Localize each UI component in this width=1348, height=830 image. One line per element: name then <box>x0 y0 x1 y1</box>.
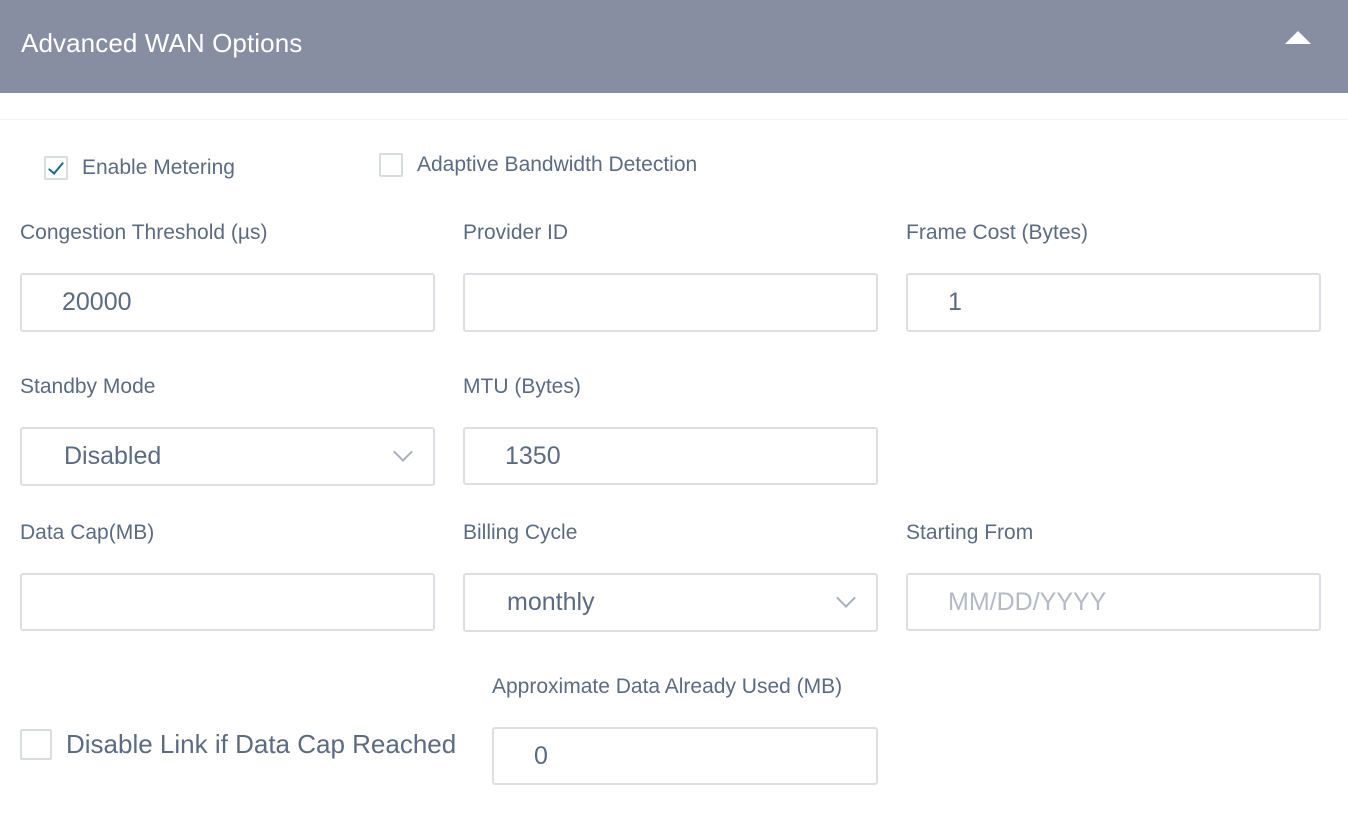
chevron-down-icon <box>393 442 413 462</box>
disable-link-checkbox[interactable] <box>20 729 52 760</box>
data-used-input[interactable]: 0 <box>492 727 878 785</box>
data-used-label: Approximate Data Already Used (MB) <box>492 675 843 698</box>
congestion-threshold-label: Congestion Threshold (µs) <box>20 221 268 244</box>
starting-from-input[interactable]: MM/DD/YYYY <box>906 573 1321 631</box>
frame-cost-label: Frame Cost (Bytes) <box>906 221 1089 244</box>
section-title: Advanced WAN Options <box>21 28 303 58</box>
provider-id-label: Provider ID <box>463 221 569 244</box>
enable-metering-label[interactable]: Enable Metering <box>82 156 235 180</box>
frame-cost-input[interactable]: 1 <box>906 273 1321 332</box>
data-cap-input[interactable] <box>20 573 435 631</box>
congestion-threshold-input[interactable]: 20000 <box>20 273 435 332</box>
caret-up-icon <box>1285 31 1311 44</box>
provider-id-input[interactable] <box>463 273 878 332</box>
standby-mode-value: Disabled <box>64 442 162 470</box>
collapse-button[interactable] <box>1278 24 1318 54</box>
starting-from-label: Starting From <box>906 521 1034 544</box>
data-cap-label: Data Cap(MB) <box>20 521 155 544</box>
billing-cycle-select[interactable]: monthly <box>463 573 878 632</box>
standby-mode-select[interactable]: Disabled <box>20 427 435 486</box>
billing-cycle-value: monthly <box>507 588 595 616</box>
adaptive-bandwidth-label[interactable]: Adaptive Bandwidth Detection <box>417 153 697 177</box>
standby-mode-label: Standby Mode <box>20 375 156 398</box>
section-header[interactable]: Advanced WAN Options <box>0 0 1348 93</box>
checkmark-icon <box>48 158 64 175</box>
divider <box>0 119 1348 120</box>
chevron-down-icon <box>836 588 856 608</box>
enable-metering-checkbox[interactable] <box>44 156 68 180</box>
disable-link-label[interactable]: Disable Link if Data Cap Reached <box>66 729 456 760</box>
billing-cycle-label: Billing Cycle <box>463 521 578 544</box>
mtu-input[interactable]: 1350 <box>463 427 878 485</box>
adaptive-bandwidth-checkbox[interactable] <box>379 153 403 177</box>
mtu-label: MTU (Bytes) <box>463 375 581 398</box>
